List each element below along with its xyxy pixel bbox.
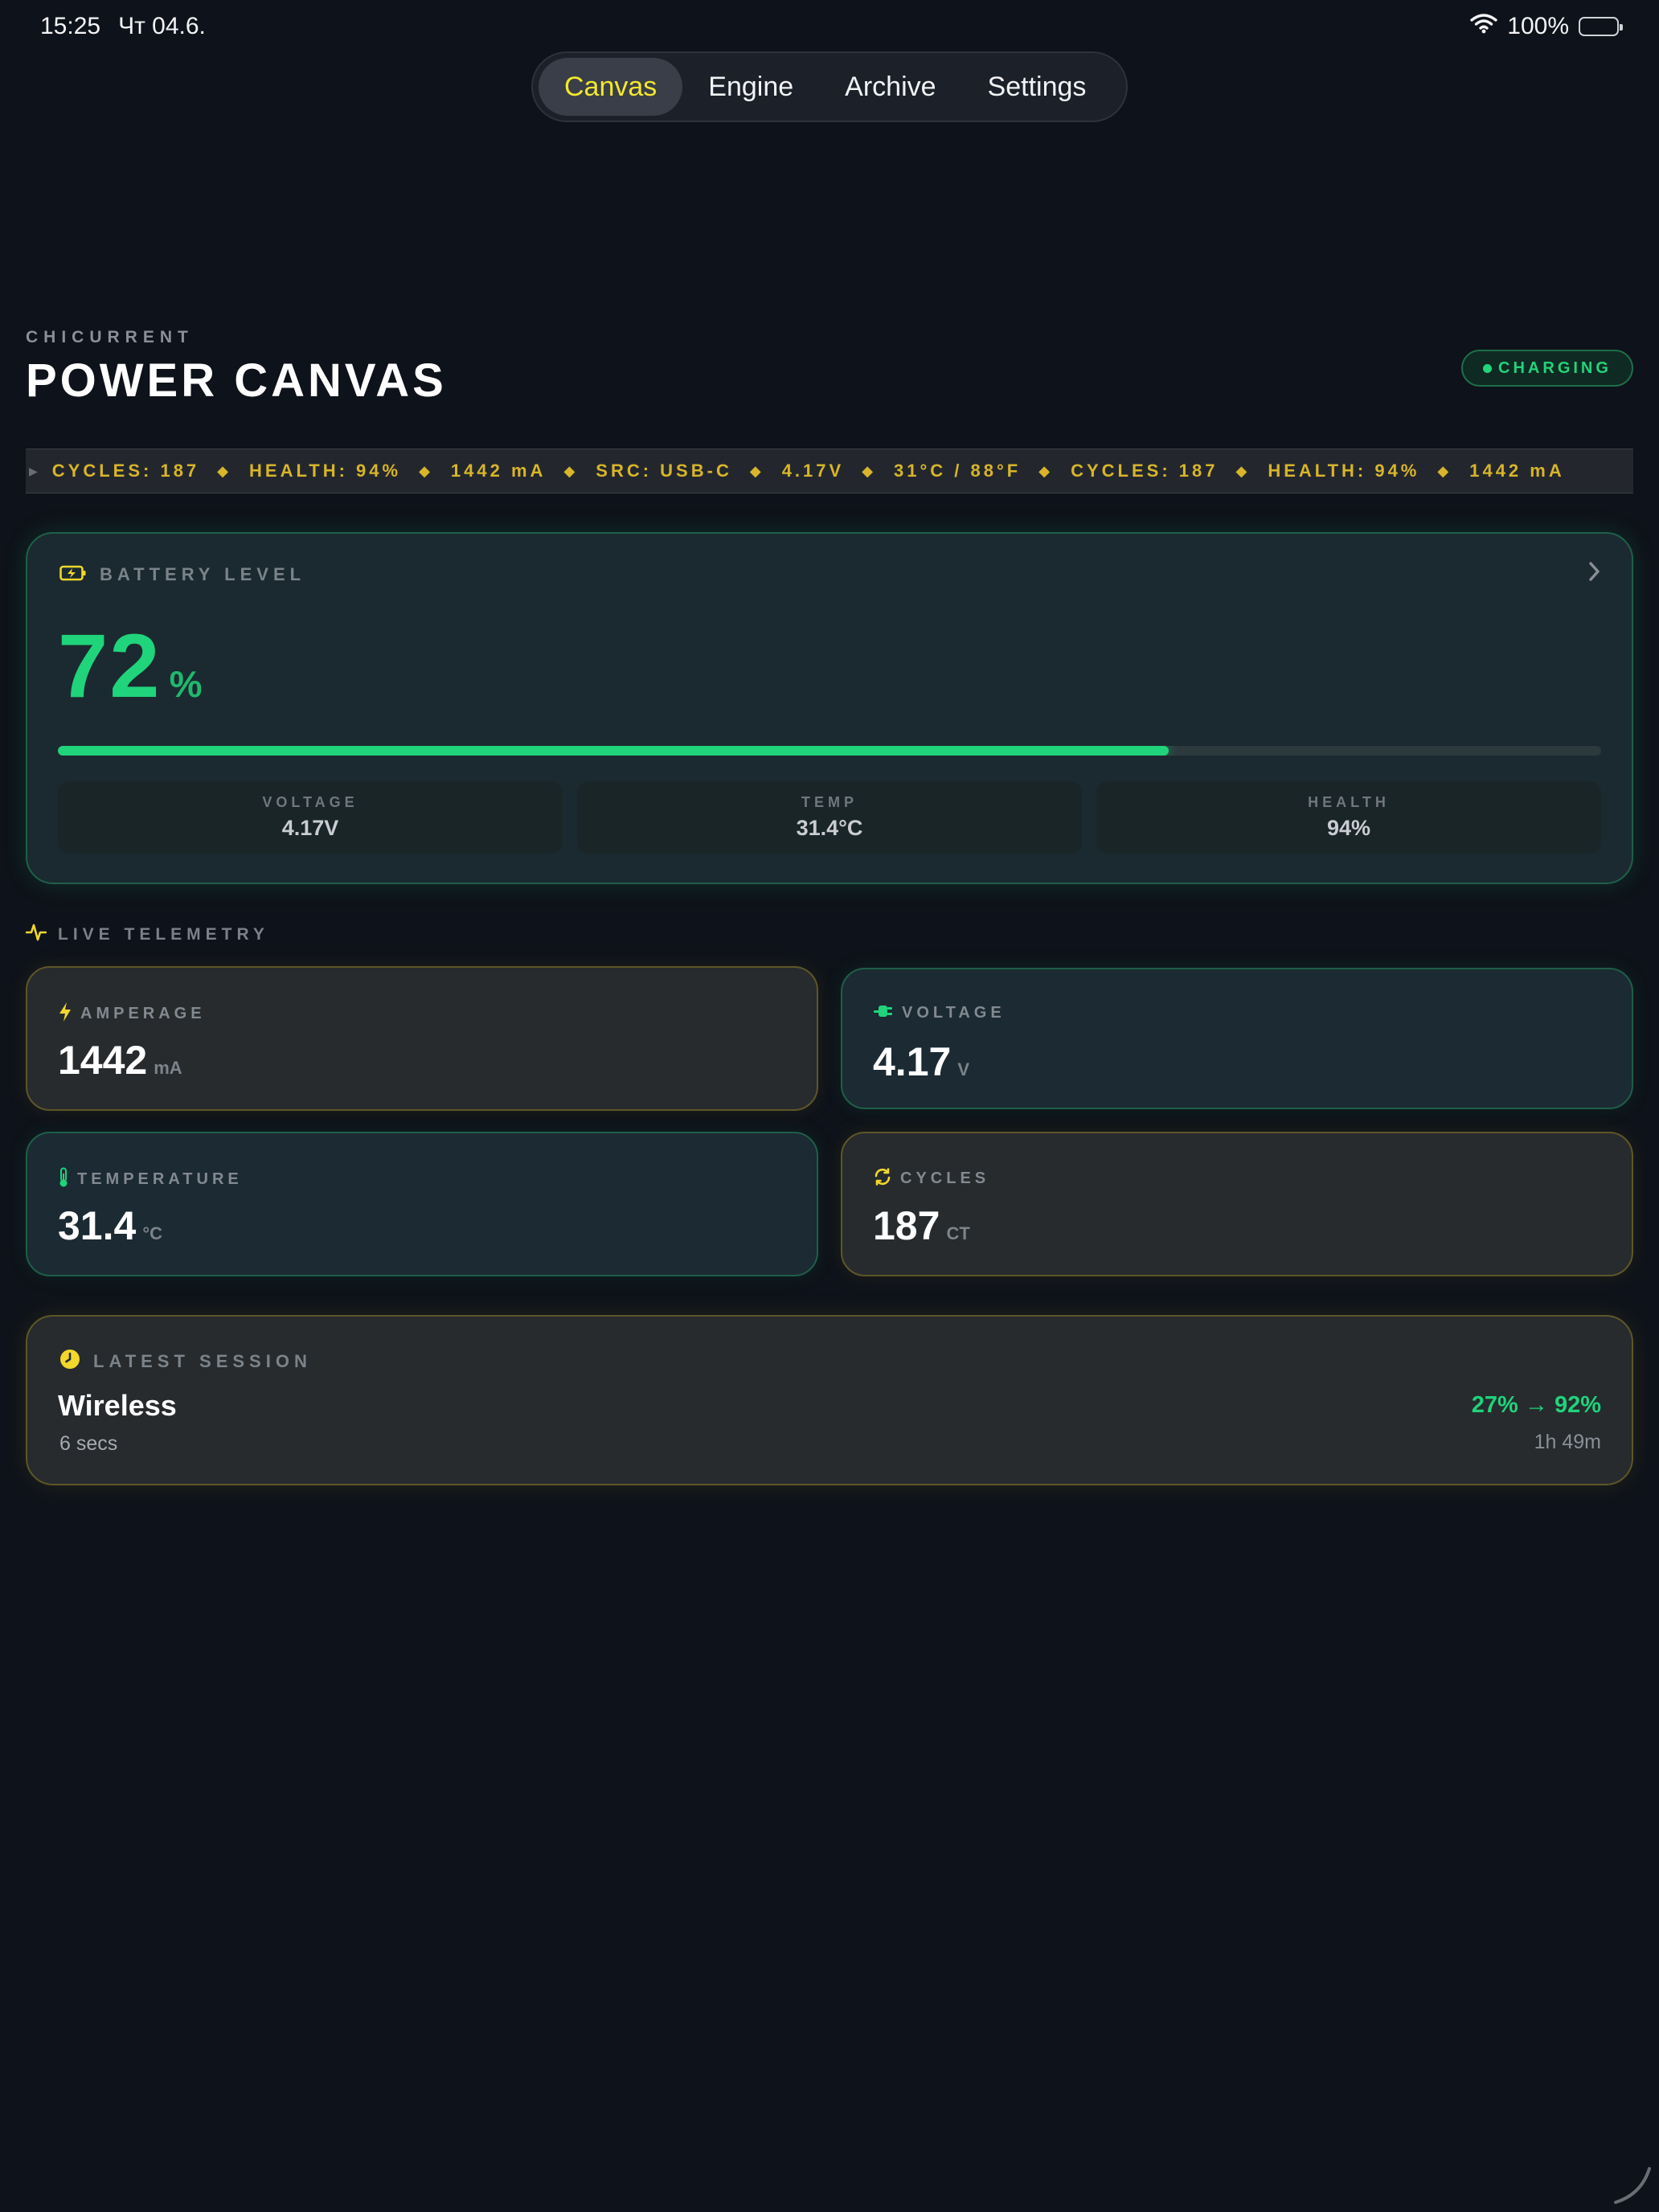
plug-icon [873,1003,894,1023]
tile-label: CYCLES [900,1169,990,1187]
ticker-item: 4.17V [781,461,845,481]
telemetry-tile-temperature[interactable]: TEMPERATURE 31.4 °C [26,1132,818,1276]
ticker-item: 1442 mA [450,461,547,481]
status-date: Чт 04.6. [118,13,206,39]
chevron-right-icon[interactable] [1587,559,1603,591]
status-bar-right: 100% [1470,11,1623,42]
stat-value: 94% [1326,816,1371,840]
telemetry-tile-voltage[interactable]: VOLTAGE 4.17 V [841,968,1633,1109]
tile-value: 4.17 V [873,1038,969,1085]
latest-session-card[interactable]: LATEST SESSION Wireless 6 secs 27% → 92%… [26,1315,1633,1485]
tab-archive[interactable]: Archive [819,58,961,116]
tile-unit: CT [946,1223,970,1243]
diamond-icon: ◆ [1437,462,1452,479]
ticker-item: CYCLES: 187 [1071,461,1219,481]
tile-header: TEMPERATURE [58,1167,243,1192]
battery-stats-row: VOLTAGE 4.17V TEMP 31.4°C HEALTH 94% [58,781,1601,854]
stat-label: HEALTH [1308,794,1390,810]
bolt-icon [58,1002,72,1026]
status-dot-icon [1483,363,1493,373]
tab-engine[interactable]: Engine [682,58,819,116]
tile-header: CYCLES [873,1167,989,1190]
battery-progress-bar [58,746,1601,756]
wifi-icon [1470,13,1497,40]
ticker-item: CYCLES: 187 [51,461,200,481]
stat-value: 4.17V [281,816,339,840]
stat-voltage: VOLTAGE 4.17V [58,781,563,854]
status-time: 15:25 [40,13,101,39]
ticker-item: SRC: USB-C [596,461,732,481]
diamond-icon: ◆ [419,462,433,479]
ticker-item: HEALTH: 94% [249,461,402,481]
battery-icon [1579,17,1623,36]
session-card-header: LATEST SESSION [59,1349,312,1374]
ticker-track: CYCLES: 187 ◆ HEALTH: 94% ◆ 1442 mA ◆ SR… [52,461,1565,481]
tile-value: 1442 mA [58,1037,182,1083]
battery-card-header: BATTERY LEVEL [59,564,305,585]
stats-ticker: ▶ CYCLES: 187 ◆ HEALTH: 94% ◆ 1442 mA ◆ … [26,449,1633,494]
tile-number: 31.4 [58,1203,137,1248]
app-page: 15:25 Чт 04.6. 100% Canvas Engine Archiv… [0,0,1659,2212]
page-title: POWER CANVAS [26,354,447,407]
tab-bar: Canvas Engine Archive Settings [531,51,1128,122]
battery-level-card[interactable]: BATTERY LEVEL 72 % VOLTAGE 4.17V TEMP 31… [26,532,1633,884]
telemetry-tile-amperage[interactable]: AMPERAGE 1442 mA [26,966,818,1111]
battery-value: 72 [58,616,162,716]
diamond-icon: ◆ [1235,462,1251,479]
session-charge-range: 27% → 92% [1471,1392,1601,1418]
tile-unit: °C [142,1223,163,1243]
tile-value: 31.4 °C [58,1202,162,1249]
ticker-item: 31°C / 88°F [894,461,1022,481]
tile-number: 4.17 [873,1039,952,1084]
live-telemetry-label: LIVE TELEMETRY [58,924,269,944]
stat-value: 31.4°C [796,816,863,840]
battery-charging-icon [59,565,87,585]
ticker-item: 1442 mA [1469,461,1565,481]
session-name: Wireless [58,1389,177,1422]
diamond-icon: ◆ [563,462,579,479]
stat-temp: TEMP 31.4°C [577,781,1082,854]
session-card-label: LATEST SESSION [93,1350,312,1371]
telemetry-tile-cycles[interactable]: CYCLES 187 CT [841,1132,1633,1276]
tile-header: AMPERAGE [58,1002,206,1026]
session-time: 1h 49m [1534,1431,1601,1453]
thermometer-icon [58,1167,69,1192]
tile-header: VOLTAGE [873,1003,1006,1023]
play-triangle-icon: ▶ [29,464,38,477]
tile-unit: V [957,1059,970,1079]
status-bar-left: 15:25 Чт 04.6. [40,11,206,42]
diamond-icon: ◆ [217,462,232,479]
diamond-icon: ◆ [749,462,764,479]
diamond-icon: ◆ [1038,462,1054,479]
tile-label: TEMPERATURE [77,1170,243,1188]
status-battery-percent: 100% [1507,13,1569,39]
session-duration: 6 secs [59,1432,118,1455]
cycle-icon [873,1167,892,1190]
tile-number: 187 [873,1203,940,1248]
tile-unit: mA [154,1058,182,1078]
pulse-icon [25,923,47,946]
clock-icon [59,1349,80,1374]
tile-label: AMPERAGE [80,1005,206,1022]
stat-health: HEALTH 94% [1096,781,1601,854]
live-telemetry-header: LIVE TELEMETRY [25,923,269,946]
diamond-icon: ◆ [862,462,877,479]
brand-kicker: CHICURRENT [26,328,194,346]
ticker-item: HEALTH: 94% [1268,461,1420,481]
tile-number: 1442 [58,1038,148,1083]
battery-percentage: 72 % [58,614,202,718]
charging-badge-label: CHARGING [1498,358,1612,377]
tab-settings[interactable]: Settings [962,58,1112,116]
charging-status-badge: CHARGING [1461,350,1633,387]
battery-unit: % [169,663,203,705]
stat-label: VOLTAGE [262,794,358,810]
resize-handle-icon[interactable] [1606,2159,1654,2207]
battery-progress-fill [58,746,1169,756]
tile-label: VOLTAGE [902,1004,1006,1022]
tab-canvas[interactable]: Canvas [539,58,683,116]
battery-card-label: BATTERY LEVEL [100,564,306,584]
tile-value: 187 CT [873,1202,970,1249]
stat-label: TEMP [801,794,858,810]
